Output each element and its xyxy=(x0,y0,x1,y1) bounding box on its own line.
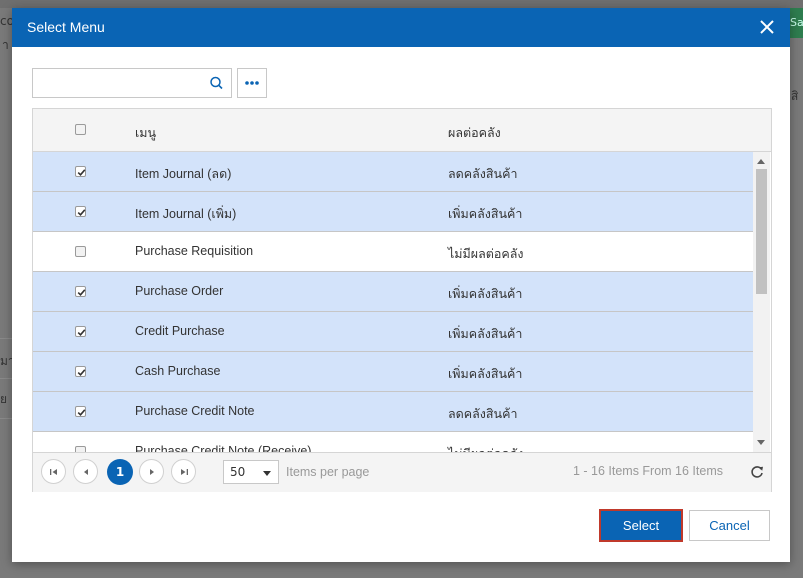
cell-menu: Purchase Requisition xyxy=(135,244,254,258)
last-page-button[interactable] xyxy=(171,459,196,484)
background-text: สิ xyxy=(791,89,799,103)
page-size-value: 50 xyxy=(230,465,246,479)
cell-menu: Credit Purchase xyxy=(135,324,225,338)
background-text: ย xyxy=(0,392,8,406)
background-divider xyxy=(0,418,12,419)
dialog-title: Select Menu xyxy=(27,19,105,35)
table-row[interactable]: Purchase Order เพิ่มคลังสินค้า xyxy=(33,272,753,312)
background-save-button: Sa xyxy=(790,8,803,38)
cell-stock-effect: ไม่มีผลต่อคลัง xyxy=(448,444,524,452)
cell-stock-effect: เพิ่มคลังสินค้า xyxy=(448,327,523,341)
scroll-down-arrow-icon[interactable] xyxy=(757,440,765,445)
pager: 1 50 Items per page 1 - 16 Items From 16… xyxy=(33,452,771,492)
more-icon xyxy=(245,81,259,85)
table-row[interactable]: Item Journal (เพิ่ม) เพิ่มคลังสินค้า xyxy=(33,192,753,232)
row-checkbox[interactable] xyxy=(75,166,86,177)
close-icon xyxy=(760,20,774,34)
cell-stock-effect: เพิ่มคลังสินค้า xyxy=(448,287,523,301)
search-button[interactable] xyxy=(202,68,232,98)
close-button[interactable] xyxy=(754,14,780,40)
cell-menu: Purchase Credit Note (Receive) xyxy=(135,444,312,452)
table-row[interactable]: Purchase Requisition ไม่มีผลต่อคลัง xyxy=(33,232,753,272)
select-all-checkbox[interactable] xyxy=(75,124,86,135)
table-row[interactable]: Purchase Credit Note (Receive) ไม่มีผลต่… xyxy=(33,432,753,452)
cell-menu: Purchase Credit Note xyxy=(135,404,255,418)
grid-body: Item Journal (ลด) ลดคลังสินค้า Item Jour… xyxy=(33,152,753,452)
cell-stock-effect: ไม่มีผลต่อคลัง xyxy=(448,247,524,261)
items-per-page-label: Items per page xyxy=(286,465,370,479)
background-button-text: Sa xyxy=(790,16,803,29)
vertical-scrollbar[interactable] xyxy=(753,152,770,452)
search-input[interactable] xyxy=(32,68,206,98)
row-checkbox[interactable] xyxy=(75,366,86,377)
check-icon xyxy=(77,289,86,296)
cell-menu: Item Journal (เพิ่ม) xyxy=(135,207,237,221)
select-menu-dialog: Select Menu เมนู ผลต่อคลัง Item Journal … xyxy=(12,8,790,562)
row-checkbox[interactable] xyxy=(75,406,86,417)
items-count-info: 1 - 16 Items From 16 Items xyxy=(572,464,723,478)
cell-menu: Cash Purchase xyxy=(135,364,221,378)
cell-stock-effect: ลดคลังสินค้า xyxy=(448,167,518,181)
table-row[interactable]: Credit Purchase เพิ่มคลังสินค้า xyxy=(33,312,753,352)
more-options-button[interactable] xyxy=(237,68,267,98)
background-page xyxy=(0,0,803,8)
previous-page-icon xyxy=(84,469,88,475)
column-header-stock-effect: ผลต่อคลัง xyxy=(448,126,501,140)
check-icon xyxy=(77,329,86,336)
row-checkbox[interactable] xyxy=(75,246,86,257)
search-icon xyxy=(210,76,223,90)
dialog-header: Select Menu xyxy=(12,8,790,47)
column-header-menu: เมนู xyxy=(135,126,157,140)
cell-stock-effect: เพิ่มคลังสินค้า xyxy=(448,207,523,221)
cell-menu: Item Journal (ลด) xyxy=(135,167,232,181)
background-text: า xyxy=(2,38,9,52)
cell-stock-effect: เพิ่มคลังสินค้า xyxy=(448,367,523,381)
caret-down-icon xyxy=(263,471,271,476)
current-page[interactable]: 1 xyxy=(107,459,133,485)
cancel-button[interactable]: Cancel xyxy=(689,510,770,541)
first-page-button[interactable] xyxy=(41,459,66,484)
check-icon xyxy=(77,369,86,376)
check-icon xyxy=(77,209,86,216)
next-page-button[interactable] xyxy=(139,459,164,484)
row-checkbox[interactable] xyxy=(75,286,86,297)
menu-grid: เมนู ผลต่อคลัง Item Journal (ลด) ลดคลังส… xyxy=(32,108,772,492)
page-size-select[interactable]: 50 xyxy=(223,460,279,484)
refresh-button[interactable] xyxy=(749,464,765,480)
previous-page-button[interactable] xyxy=(73,459,98,484)
cell-stock-effect: ลดคลังสินค้า xyxy=(448,407,518,421)
background-divider xyxy=(0,378,12,379)
refresh-icon xyxy=(751,466,763,478)
table-row[interactable]: Cash Purchase เพิ่มคลังสินค้า xyxy=(33,352,753,392)
row-checkbox[interactable] xyxy=(75,206,86,217)
first-page-icon xyxy=(50,469,57,475)
scroll-up-arrow-icon[interactable] xyxy=(757,159,765,164)
check-icon xyxy=(77,169,86,176)
row-checkbox[interactable] xyxy=(75,326,86,337)
grid-header: เมนู ผลต่อคลัง xyxy=(33,109,771,152)
background-divider xyxy=(0,338,12,339)
select-button[interactable]: Select xyxy=(599,509,683,542)
cell-menu: Purchase Order xyxy=(135,284,224,298)
scrollbar-thumb[interactable] xyxy=(756,169,767,294)
last-page-icon xyxy=(181,469,188,475)
table-row[interactable]: Purchase Credit Note ลดคลังสินค้า xyxy=(33,392,753,432)
table-row[interactable]: Item Journal (ลด) ลดคลังสินค้า xyxy=(33,152,753,192)
next-page-icon xyxy=(150,469,154,475)
check-icon xyxy=(77,409,86,416)
